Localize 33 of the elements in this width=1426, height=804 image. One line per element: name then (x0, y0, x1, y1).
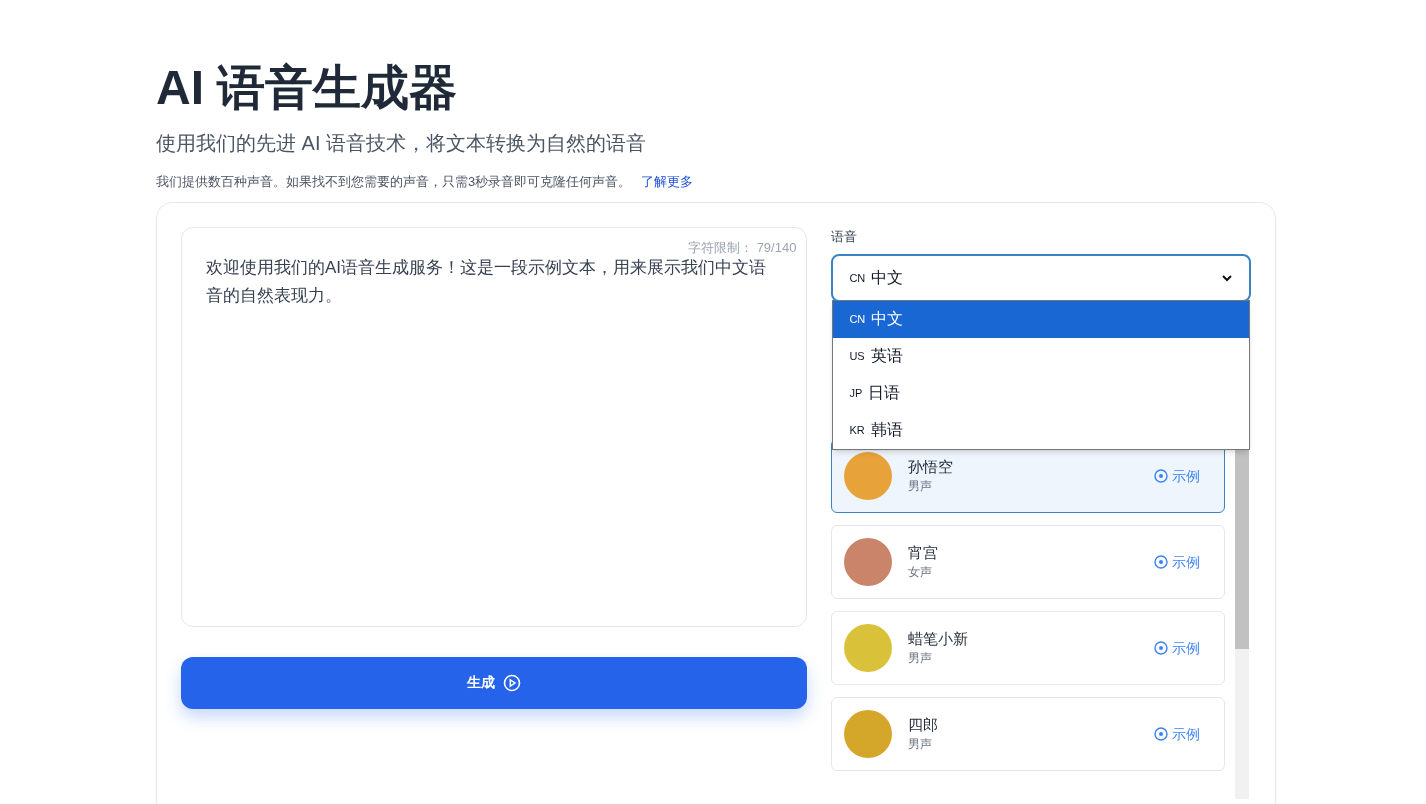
page-subtitle: 使用我们的先进 AI 语音技术，将文本转换为自然的语音 (156, 131, 647, 156)
intro-note: 我们提供数百种声音。如果找不到您需要的声音，只需3秒录音即可克隆任何声音。 (156, 173, 632, 191)
sample-link[interactable]: 示例 (1154, 637, 1201, 659)
text-value: 欢迎使用我们的AI语音生成服务！这是一段示例文本，用来展示我们中文语音的自然表现力。 (206, 256, 768, 307)
voice-name: 四郎 (908, 715, 939, 735)
generate-button[interactable]: 生成 (181, 656, 808, 709)
language-label: 语音 (831, 227, 859, 246)
sample-link[interactable]: 示例 (1154, 723, 1201, 745)
sample-link[interactable]: 示例 (1154, 465, 1201, 487)
chevron-down-icon (1221, 274, 1233, 282)
voice-gender: 男声 (908, 736, 934, 753)
voice-gender: 男声 (908, 650, 934, 667)
voice-card[interactable]: 蜡笔小新 男声 示例 (831, 611, 1226, 685)
voice-name: 蜡笔小新 (908, 629, 969, 649)
play-icon (503, 673, 522, 692)
voice-gender: 女声 (908, 564, 934, 581)
learn-more-link[interactable]: 了解更多 (641, 172, 694, 192)
text-area[interactable]: 字符限制： 79/140 欢迎使用我们的AI语音生成服务！这是一段示例文本，用来展示我们中文语音的自然表现力。 (181, 226, 808, 627)
voice-card[interactable]: 宵宫 女声 示例 (831, 525, 1226, 599)
language-option[interactable]: CN 中文 (833, 300, 1250, 338)
play-icon (1154, 727, 1169, 741)
character-counter: 字符限制： 79/140 (688, 238, 797, 257)
play-icon (1154, 469, 1169, 483)
page-title: AI 语音生成器 (156, 60, 459, 116)
play-icon (1154, 641, 1169, 655)
voice-name: 宵宫 (908, 543, 939, 563)
voice-card[interactable]: 四郎 男声 示例 (831, 697, 1226, 771)
play-icon (1154, 555, 1169, 569)
sample-link[interactable]: 示例 (1154, 551, 1201, 573)
voice-name: 孙悟空 (908, 457, 954, 477)
voice-gender: 男声 (908, 478, 934, 495)
language-option[interactable]: JP 日语 (833, 374, 1250, 412)
language-option[interactable]: US 英语 (833, 337, 1250, 375)
